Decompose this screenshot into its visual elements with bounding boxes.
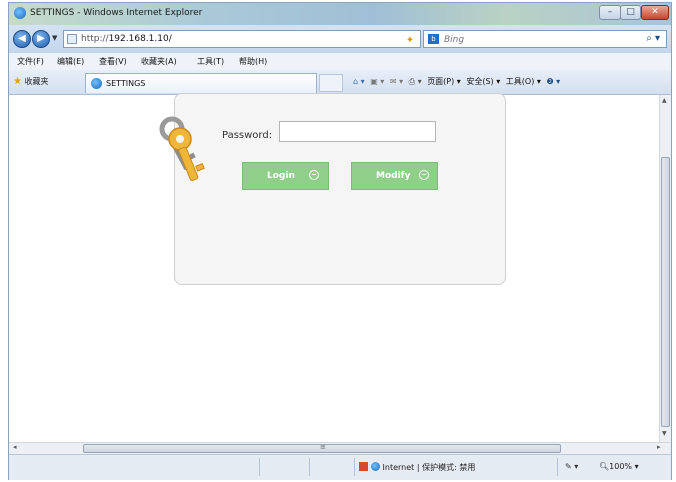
vertical-scroll-thumb[interactable] xyxy=(661,157,670,427)
grip-icon: ≡ xyxy=(320,443,326,451)
back-button[interactable]: ◀ xyxy=(13,30,31,48)
command-bar: ⌂ ▾ ▣ ▾ ✉ ▾ ⎙ ▾ 页面(P) ▾ 安全(S) ▾ 工具(O) ▾ … xyxy=(353,76,563,87)
history-dropdown-icon[interactable]: ▼ xyxy=(52,34,57,42)
arrow-circle-icon xyxy=(309,170,319,180)
mail-icon[interactable]: ✉ ▾ xyxy=(390,77,403,86)
vertical-scrollbar[interactable]: ▲ ▼ xyxy=(659,95,671,442)
favorites-button[interactable]: ★ 收藏夹 xyxy=(13,76,49,87)
password-label: Password: xyxy=(222,130,273,141)
page-favicon-icon xyxy=(67,34,77,44)
modify-button[interactable]: Modify xyxy=(351,162,438,190)
url-host: 192.168.1.10/ xyxy=(108,34,172,44)
close-button[interactable]: ✕ xyxy=(641,5,669,20)
feeds-icon[interactable]: ▣ ▾ xyxy=(370,77,384,86)
scroll-left-icon[interactable]: ◂ xyxy=(13,443,17,451)
tab-settings[interactable]: SETTINGS xyxy=(85,73,317,93)
window-title: SETTINGS - Windows Internet Explorer xyxy=(30,8,203,18)
zoom-icon: 🔍︎ xyxy=(599,462,610,471)
minimize-icon: – xyxy=(607,7,613,17)
back-arrow-icon: ◀ xyxy=(18,33,26,44)
zoom-value: 100% xyxy=(609,462,633,471)
minimize-button[interactable]: – xyxy=(599,5,621,20)
horizontal-scroll-thumb[interactable]: ≡ xyxy=(83,443,561,453)
maximize-icon: □ xyxy=(626,7,635,17)
horizontal-scrollbar[interactable]: ◂ ≡ ▸ xyxy=(9,442,671,454)
protected-mode-icon[interactable]: ✎ ▾ xyxy=(565,462,578,471)
ie-logo-icon xyxy=(14,7,26,19)
forward-arrow-icon: ▶ xyxy=(37,33,45,44)
login-button[interactable]: Login xyxy=(242,162,329,190)
bing-logo-icon: b xyxy=(428,34,439,44)
menu-favorites[interactable]: 收藏夹(A) xyxy=(141,56,177,67)
star-icon: ★ xyxy=(13,76,22,87)
tab-bar: ★ 收藏夹 SETTINGS ⌂ ▾ ▣ ▾ ✉ ▾ ⎙ ▾ 页面(P) ▾ 安… xyxy=(9,70,671,95)
arrow-circle-icon xyxy=(419,170,429,180)
status-bar: Internet | 保护模式: 禁用 ✎ ▾ 🔍︎100% ▾ xyxy=(9,454,671,480)
menu-tools[interactable]: 工具(T) xyxy=(197,56,224,67)
internet-zone-icon xyxy=(371,462,380,471)
address-row: ◀ ▶ ▼ http://192.168.1.10/ ✦▼⟳✕ b ⌕ ▾ xyxy=(9,25,671,53)
status-divider xyxy=(259,458,260,476)
zoom-level[interactable]: 🔍︎100% ▾ xyxy=(599,462,639,471)
login-button-label: Login xyxy=(267,171,295,181)
address-bar[interactable]: http://192.168.1.10/ ✦▼⟳✕ xyxy=(63,30,462,48)
url-prefix: http:// xyxy=(81,34,109,44)
menu-file[interactable]: 文件(F) xyxy=(17,56,44,67)
page-menu[interactable]: 页面(P) ▾ xyxy=(427,77,461,86)
address-url[interactable]: http://192.168.1.10/ xyxy=(81,34,172,44)
menu-edit[interactable]: 编辑(E) xyxy=(57,56,84,67)
password-input[interactable] xyxy=(279,121,436,142)
search-input[interactable] xyxy=(442,32,636,48)
tab-ie-icon xyxy=(91,78,102,89)
compat-view-icon[interactable]: ✦ xyxy=(402,35,418,46)
search-box[interactable]: b ⌕ ▾ xyxy=(423,30,667,48)
new-tab-button[interactable] xyxy=(319,74,343,92)
forward-button[interactable]: ▶ xyxy=(32,30,50,48)
safety-menu[interactable]: 安全(S) ▾ xyxy=(466,77,500,86)
favorites-label: 收藏夹 xyxy=(24,77,49,86)
menu-bar: 文件(F) 编辑(E) 查看(V) 收藏夹(A) 工具(T) 帮助(H) xyxy=(9,53,671,71)
close-icon: ✕ xyxy=(651,7,659,17)
status-divider xyxy=(354,458,355,476)
help-menu[interactable]: ❷ ▾ xyxy=(546,77,560,86)
scroll-down-icon[interactable]: ▼ xyxy=(662,430,667,437)
modify-button-label: Modify xyxy=(376,171,411,181)
tab-title: SETTINGS xyxy=(106,79,146,88)
shield-icon xyxy=(359,462,368,471)
status-divider xyxy=(557,458,558,476)
security-zone[interactable]: Internet | 保护模式: 禁用 xyxy=(359,462,475,473)
search-icon[interactable]: ⌕ ▾ xyxy=(646,33,660,44)
title-bar: SETTINGS - Windows Internet Explorer – □… xyxy=(9,3,671,25)
tools-menu[interactable]: 工具(O) ▾ xyxy=(506,77,541,86)
menu-view[interactable]: 查看(V) xyxy=(99,56,127,67)
menu-help[interactable]: 帮助(H) xyxy=(239,56,267,67)
zone-text: Internet | 保护模式: 禁用 xyxy=(382,463,476,472)
keys-icon xyxy=(159,116,205,182)
status-divider xyxy=(309,458,310,476)
print-icon[interactable]: ⎙ ▾ xyxy=(409,77,422,86)
scroll-right-icon[interactable]: ▸ xyxy=(657,443,661,451)
maximize-button[interactable]: □ xyxy=(620,5,641,20)
scroll-up-icon[interactable]: ▲ xyxy=(662,97,667,104)
home-icon[interactable]: ⌂ ▾ xyxy=(353,77,365,86)
